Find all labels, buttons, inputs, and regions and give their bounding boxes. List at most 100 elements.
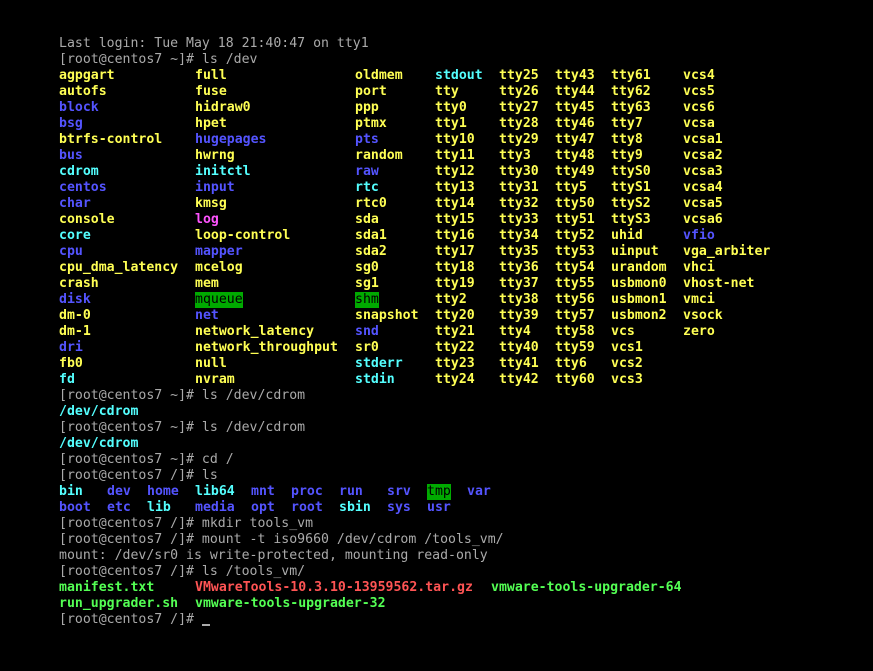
file-entry: net <box>195 308 219 323</box>
file-entry: tty11 <box>435 148 475 163</box>
line-text: [root@centos7 /]# mount -t iso9660 /dev/… <box>59 532 504 547</box>
file-entry: srv <box>387 484 411 499</box>
terminal-console[interactable]: Last login: Tue May 18 21:40:47 on tty1 [… <box>59 36 770 628</box>
file-entry: cpu <box>59 244 83 259</box>
ls-output-row: fd nvram stdin tty24 tty42 tty60 vcs3 <box>59 372 643 388</box>
file-entry: usr <box>427 500 451 515</box>
terminal-line: /dev/cdrom <box>59 404 504 420</box>
file-entry: tty50 <box>555 196 595 211</box>
file-entry: raw <box>355 164 379 179</box>
ls-output-row: block hidraw0 ppp tty0 tty27 tty45 tty63 vcs6 <box>59 100 715 116</box>
file-entry: zero <box>683 324 715 339</box>
file-entry: sda2 <box>355 244 387 259</box>
file-entry: tty31 <box>499 180 539 195</box>
file-entry: tty26 <box>499 84 539 99</box>
file-entry: vga_arbiter <box>683 244 771 259</box>
file-entry: vcsa2 <box>683 148 723 163</box>
file-entry: tty28 <box>499 116 539 131</box>
file-entry: pts <box>355 132 379 147</box>
file-entry: vsock <box>683 308 723 323</box>
ls-output-row: manifest.txt VMwareTools-10.3.10-13959562… <box>59 580 682 596</box>
ls-output-row: boot etc lib media opt root sbin sys usr <box>59 500 504 516</box>
file-entry: dm-0 <box>59 308 91 323</box>
file-entry: centos <box>59 180 107 195</box>
file-entry: tty30 <box>499 164 539 179</box>
file-entry: tty61 <box>611 68 651 83</box>
file-entry: sda1 <box>355 228 387 243</box>
line-text: /dev/cdrom <box>59 404 139 419</box>
ls-output-row: bus hwrng random tty11 tty3 tty48 tty9 vcsa2 <box>59 148 723 164</box>
file-entry: console <box>59 212 115 227</box>
file-entry: stdout <box>435 68 483 83</box>
file-entry: log <box>195 212 219 227</box>
file-entry: proc <box>291 484 323 499</box>
ls-output-row: bin dev home lib64 mnt proc run srv tmp var <box>59 484 504 500</box>
line-text: mount: /dev/sr0 is write-protected, moun… <box>59 548 488 563</box>
file-entry: tty49 <box>555 164 595 179</box>
ls-output-row: bsg hpet ptmx tty1 tty28 tty46 tty7 vcsa <box>59 116 715 132</box>
file-entry: tty38 <box>499 292 539 307</box>
file-entry: run_upgrader.sh <box>59 596 179 611</box>
file-entry: tty4 <box>499 324 531 339</box>
file-entry: initctl <box>195 164 251 179</box>
file-entry: tty43 <box>555 68 595 83</box>
file-entry: tty57 <box>555 308 595 323</box>
file-entry: vcsa1 <box>683 132 723 147</box>
file-entry: tty0 <box>435 100 467 115</box>
ls-output-row: agpgart full oldmem stdout tty25 tty43 tty61 vc… <box>59 68 715 84</box>
file-entry: home <box>147 484 179 499</box>
file-entry: tty63 <box>611 100 651 115</box>
file-entry: tty53 <box>555 244 595 259</box>
file-entry: tty29 <box>499 132 539 147</box>
file-entry: var <box>467 484 491 499</box>
file-entry: shm <box>355 292 379 308</box>
file-entry: vcsa6 <box>683 212 723 227</box>
file-entry: tty62 <box>611 84 651 99</box>
file-entry: vcs5 <box>683 84 715 99</box>
file-entry: tty15 <box>435 212 475 227</box>
file-entry: hidraw0 <box>195 100 251 115</box>
file-entry: tty42 <box>499 372 539 387</box>
line-text: [root@centos7 ~]# ls /dev/cdrom <box>59 420 306 435</box>
text-cursor[interactable] <box>201 624 210 626</box>
line-text: [root@centos7 /]# ls <box>59 468 218 483</box>
ls-output-row: fb0 null stderr tty23 tty41 tty6 vcs2 <box>59 356 643 372</box>
file-entry: disk <box>59 292 91 307</box>
file-entry: tty55 <box>555 276 595 291</box>
file-entry: tty36 <box>499 260 539 275</box>
terminal-line: Last login: Tue May 18 21:40:47 on tty1 <box>59 36 504 52</box>
file-entry: port <box>355 84 387 99</box>
file-entry: tty51 <box>555 212 595 227</box>
file-entry: tty45 <box>555 100 595 115</box>
terminal-line: [root@centos7 ~]# cd / <box>59 452 504 468</box>
file-entry: vhci <box>683 260 715 275</box>
file-entry: VMwareTools-10.3.10-13959562.tar.gz <box>195 580 473 595</box>
file-entry: tty47 <box>555 132 595 147</box>
file-entry: tty22 <box>435 340 475 355</box>
line-text: [root@centos7 /]# mkdir tools_vm <box>59 516 314 531</box>
file-entry: tty40 <box>499 340 539 355</box>
file-entry: tty54 <box>555 260 595 275</box>
file-entry: tty5 <box>555 180 587 195</box>
file-entry: tty35 <box>499 244 539 259</box>
file-entry: network_latency <box>195 324 315 339</box>
file-entry: tty39 <box>499 308 539 323</box>
file-entry: tty10 <box>435 132 475 147</box>
ls-output-row: disk mqueue shm tty2 tty38 tty56 usbmon1 vmci <box>59 292 715 308</box>
file-entry: tty14 <box>435 196 475 211</box>
file-entry: hugepages <box>195 132 267 147</box>
ls-output-row: dri network_throughput sr0 tty22 tty40 tty59 v… <box>59 340 643 356</box>
file-entry: ppp <box>355 100 379 115</box>
file-entry: hwrng <box>195 148 235 163</box>
file-entry: tty17 <box>435 244 475 259</box>
file-entry: fuse <box>195 84 227 99</box>
file-entry: random <box>355 148 403 163</box>
file-entry: tty18 <box>435 260 475 275</box>
file-entry: tty1 <box>435 116 467 131</box>
file-entry: urandom <box>611 260 667 275</box>
ls-output-row: autofs fuse port tty tty26 tty44 tty62 vcs5 <box>59 84 715 100</box>
ls-output-row: centos input rtc tty13 tty31 tty5 ttyS1 vcsa4 <box>59 180 723 196</box>
ls-output-row: cpu_dma_latency mcelog sg0 tty18 tty36 tty54 u… <box>59 260 715 276</box>
file-entry: tty3 <box>499 148 531 163</box>
line-text: [root@centos7 ~]# ls /dev/cdrom <box>59 388 306 403</box>
